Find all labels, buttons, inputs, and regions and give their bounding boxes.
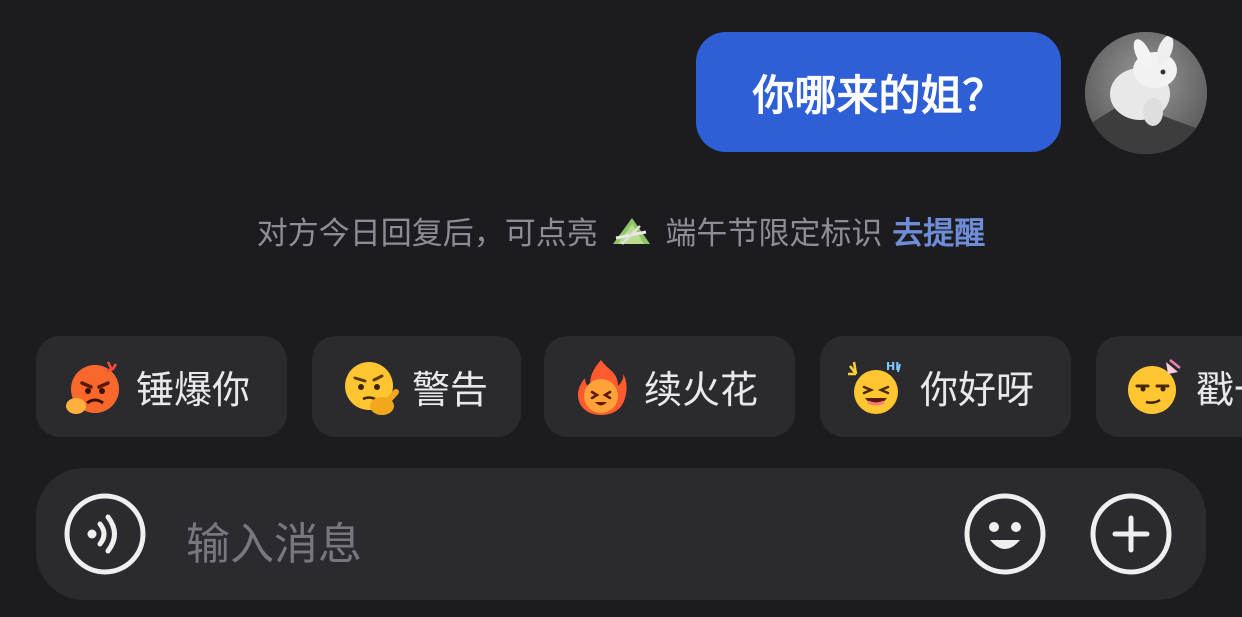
chip-label: 续火花 [644, 368, 759, 412]
hello-laugh-emoji-icon: HI [848, 360, 901, 414]
message-input[interactable]: 输入消息 [186, 508, 362, 572]
zongzi-badge-icon [610, 214, 654, 258]
emoji-icon[interactable] [963, 492, 1047, 576]
fire-emoji-icon [578, 359, 627, 415]
chip-label: 锤爆你 [136, 368, 251, 412]
quick-reply-chip[interactable]: 戳一 [1096, 336, 1242, 437]
smirk-emoji-icon [1128, 358, 1181, 414]
quick-reply-chip[interactable]: 续火花 [544, 336, 795, 437]
reply-notice: 对方今日回复后，可点亮 端午节限定标识 去提醒 [0, 208, 1242, 258]
remind-link[interactable]: 去提醒 [892, 216, 985, 252]
chip-label: 你好呀 [920, 368, 1035, 412]
quick-reply-chip[interactable]: 警告 [312, 336, 521, 437]
quick-reply-chip[interactable]: 锤爆你 [36, 336, 287, 437]
avatar[interactable] [1085, 32, 1207, 154]
chip-label: 戳一 [1196, 368, 1242, 412]
message-input-bar: 输入消息 [36, 468, 1206, 600]
notice-prefix: 对方今日回复后，可点亮 [256, 216, 598, 252]
avatar-image [1085, 32, 1207, 154]
message-text: 你哪来的姐？ [752, 70, 1005, 120]
notice-suffix: 端午节限定标识 [665, 216, 883, 252]
message-bubble[interactable]: 你哪来的姐？ [696, 32, 1061, 152]
voice-icon[interactable] [63, 492, 147, 576]
angry-hammer-emoji-icon [66, 360, 119, 414]
chip-label: 警告 [412, 368, 489, 412]
quick-reply-chip[interactable]: HI 你好呀 [820, 336, 1071, 437]
warning-face-emoji-icon [345, 361, 399, 415]
plus-icon[interactable] [1089, 492, 1173, 576]
